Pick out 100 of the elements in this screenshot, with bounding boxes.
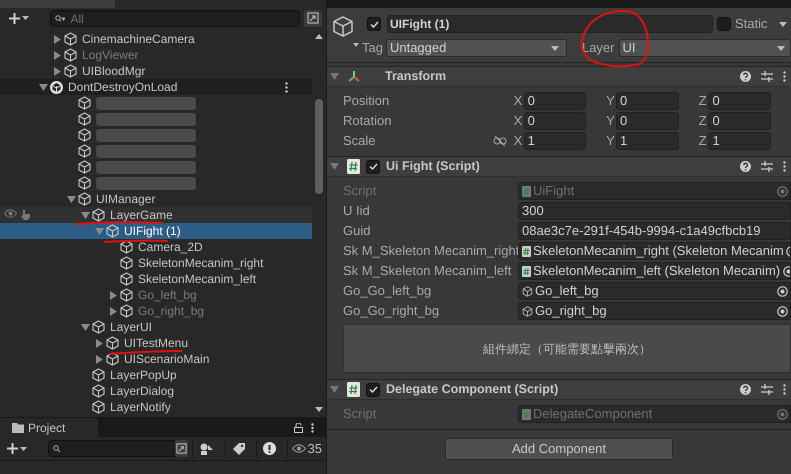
script-icon bbox=[522, 266, 531, 276]
cube-icon[interactable] bbox=[333, 15, 361, 49]
visibility-count-button[interactable]: 35 bbox=[286, 438, 322, 458]
script-icon bbox=[522, 186, 531, 196]
hierarchy-item[interactable]: SkeletonMecanim_left bbox=[0, 271, 312, 287]
axis-label: Z bbox=[698, 132, 708, 150]
plus-icon bbox=[8, 12, 20, 24]
preset-icon[interactable] bbox=[761, 161, 773, 172]
scroll-down-icon[interactable] bbox=[315, 407, 323, 412]
hierarchy-item[interactable]: UIFight (1) bbox=[0, 223, 312, 239]
number-field[interactable]: 0 bbox=[708, 92, 772, 110]
preset-icon[interactable] bbox=[761, 384, 773, 395]
checkbox[interactable] bbox=[366, 160, 380, 174]
preset-icon[interactable] bbox=[761, 71, 773, 82]
hierarchy-item[interactable]: LayerUI bbox=[0, 319, 312, 335]
object-picker-icon[interactable] bbox=[776, 306, 788, 316]
expand-arrow-icon[interactable] bbox=[80, 324, 90, 330]
help-icon[interactable] bbox=[740, 161, 751, 172]
name-field[interactable]: UIFight (1) bbox=[387, 15, 713, 33]
checkbox[interactable] bbox=[717, 17, 731, 31]
lock-icon[interactable] bbox=[294, 422, 303, 432]
number-field[interactable]: 1 bbox=[524, 132, 586, 150]
expand-arrow-icon[interactable] bbox=[330, 163, 339, 170]
property-label: U Iid bbox=[343, 202, 371, 220]
cube-icon bbox=[78, 160, 91, 174]
object-field: UiFight bbox=[518, 182, 791, 200]
annotation-underline bbox=[104, 240, 168, 243]
hierarchy-item[interactable]: LayerGame bbox=[0, 207, 312, 223]
text-field[interactable]: 08ae3c7e-291f-454b-9994-c1a49cfbcb19 bbox=[518, 222, 791, 240]
object-picker-icon[interactable] bbox=[776, 286, 788, 296]
hierarchy-item[interactable]: CinemachineCamera bbox=[0, 31, 312, 47]
property-label: Rotation bbox=[343, 112, 392, 130]
object-field[interactable]: Go_right_bg bbox=[518, 302, 791, 320]
script-icon bbox=[347, 159, 360, 174]
object-field[interactable]: Go_left_bg bbox=[518, 282, 791, 300]
hierarchy-item[interactable]: UIScenarioMain bbox=[0, 351, 312, 367]
hand-icon[interactable] bbox=[21, 209, 31, 220]
hierarchy-item[interactable]: UITestMenu bbox=[0, 335, 312, 351]
exclamation-icon bbox=[263, 442, 276, 455]
hierarchy-item[interactable]: LayerNotify bbox=[0, 399, 312, 415]
eye-icon[interactable] bbox=[4, 209, 17, 218]
script-icon bbox=[347, 382, 360, 397]
cube-icon bbox=[78, 176, 91, 190]
search-field[interactable] bbox=[48, 440, 177, 457]
tag-dropdown[interactable]: Untagged bbox=[386, 39, 567, 57]
hierarchy-item[interactable]: LayerPopUp bbox=[0, 367, 312, 383]
cube-icon bbox=[64, 64, 77, 78]
project-tab[interactable]: Project bbox=[0, 418, 98, 437]
expand-arrow-icon[interactable] bbox=[330, 386, 339, 393]
menu-icon[interactable] bbox=[311, 422, 314, 432]
number-field[interactable]: 0 bbox=[524, 92, 586, 110]
number-field[interactable]: 0 bbox=[616, 112, 679, 130]
menu-icon[interactable] bbox=[783, 161, 786, 172]
caret-icon bbox=[22, 16, 29, 20]
hierarchy-item[interactable]: SkeletonMecanim_right bbox=[0, 255, 312, 271]
search-field[interactable]: All bbox=[50, 10, 300, 27]
caret-icon[interactable] bbox=[778, 22, 787, 26]
axis-label: X bbox=[514, 92, 524, 110]
shapes-icon bbox=[200, 442, 214, 454]
check-icon bbox=[370, 20, 378, 28]
add-component-button[interactable]: Add Component bbox=[445, 438, 673, 460]
hierarchy-item[interactable]: UIBloodMgr bbox=[0, 63, 312, 79]
number-field[interactable]: 1 bbox=[616, 132, 679, 150]
bind-components-button[interactable]: 組件綁定（可能需要點擊兩次） bbox=[343, 324, 791, 373]
menu-icon[interactable] bbox=[783, 71, 786, 82]
scroll-up-icon[interactable] bbox=[315, 34, 323, 39]
toggle-button[interactable] bbox=[304, 10, 322, 26]
object-field[interactable]: SkeletonMecanim_right (Skeleton Mecanim bbox=[518, 242, 791, 260]
window-icon bbox=[176, 443, 187, 454]
cube-icon bbox=[78, 96, 91, 110]
axis-label: Y bbox=[606, 132, 616, 150]
axis-label: X bbox=[514, 132, 524, 150]
number-field[interactable]: 0 bbox=[524, 112, 586, 130]
caret-icon bbox=[550, 46, 559, 50]
search-icon bbox=[54, 14, 64, 22]
text-field[interactable]: 300 bbox=[518, 202, 791, 220]
checkbox[interactable] bbox=[367, 17, 381, 31]
unlink-icon[interactable] bbox=[493, 136, 507, 146]
layer-dropdown[interactable]: UI bbox=[618, 39, 791, 57]
scene-header-row[interactable]: DontDestroyOnLoad bbox=[0, 79, 312, 95]
axis-label: Z bbox=[698, 92, 708, 110]
property-label: Position bbox=[343, 92, 390, 110]
menu-icon[interactable] bbox=[783, 384, 786, 395]
toggle-button[interactable] bbox=[174, 440, 188, 457]
number-field[interactable]: 1 bbox=[708, 132, 772, 150]
help-icon[interactable] bbox=[740, 384, 751, 395]
axis-label: Y bbox=[606, 112, 616, 130]
expand-arrow-icon[interactable] bbox=[330, 73, 339, 80]
checkbox[interactable] bbox=[366, 382, 380, 396]
hierarchy-item[interactable]: UIManager bbox=[0, 191, 312, 207]
hierarchy-item[interactable]: Camera_2D bbox=[0, 239, 312, 255]
number-field[interactable]: 0 bbox=[708, 112, 772, 130]
scrollbar-thumb[interactable] bbox=[315, 99, 323, 194]
menu-icon[interactable] bbox=[285, 82, 288, 92]
help-icon[interactable] bbox=[740, 71, 751, 82]
object-field[interactable]: SkeletonMecanim_left (Skeleton Mecanim) bbox=[518, 262, 791, 280]
expand-arrow-icon[interactable] bbox=[38, 84, 48, 90]
hierarchy-item[interactable]: LayerDialog bbox=[0, 383, 312, 399]
number-field[interactable]: 0 bbox=[616, 92, 679, 110]
caret-icon bbox=[777, 46, 785, 50]
